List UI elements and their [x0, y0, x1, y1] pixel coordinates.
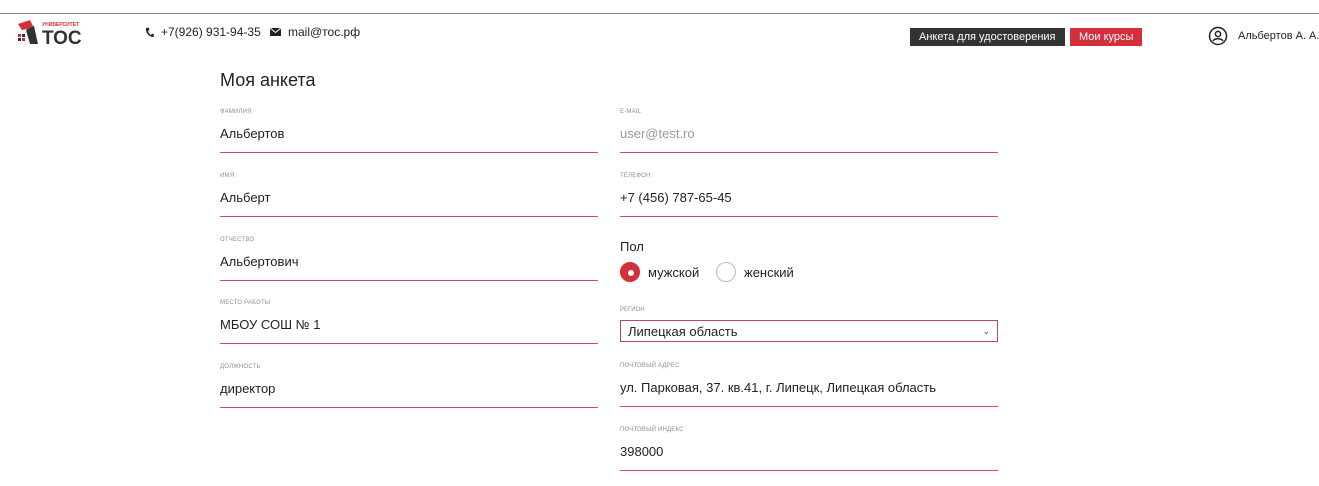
firstname-label: имя: [220, 173, 235, 179]
address-label: почтовый адрес: [620, 363, 680, 369]
zip-label: почтовый индекс: [620, 427, 684, 433]
workplace-input[interactable]: МБОУ СОШ № 1: [220, 317, 320, 332]
address-input[interactable]: ул. Парковая, 37. кв.41, г. Липецк, Липе…: [620, 380, 936, 395]
user-icon: [1208, 26, 1228, 46]
header-email[interactable]: mail@тос.рф: [270, 25, 360, 39]
gender-male-label: мужской: [648, 264, 700, 280]
user-name: Альбертов А. А.: [1238, 30, 1319, 42]
firstname-input[interactable]: Альберт: [220, 190, 270, 205]
logo-icon: УНИВЕРСИТЕТ ТОС: [18, 20, 82, 46]
radio-checked-icon[interactable]: [620, 262, 640, 282]
gender-female-label: женский: [744, 264, 794, 280]
workplace-field[interactable]: место работы МБОУ СОШ № 1: [220, 300, 598, 344]
email-field[interactable]: e-mail user@test.ro: [620, 109, 998, 153]
email-input[interactable]: user@test.ro: [620, 126, 695, 141]
lastname-field[interactable]: фамилия Альбертов: [220, 109, 598, 153]
header-phone[interactable]: +7(926) 931-94-35: [145, 25, 261, 39]
workplace-label: место работы: [220, 300, 271, 306]
address-field[interactable]: почтовый адрес ул. Парковая, 37. кв.41, …: [620, 363, 998, 407]
region-select[interactable]: Липецкая область ⌄: [620, 320, 998, 342]
radio-unchecked-icon[interactable]: [716, 262, 736, 282]
region-selected-value: Липецкая область: [628, 323, 738, 339]
my-courses-button[interactable]: Мои курсы: [1070, 28, 1143, 46]
region-label: регион: [620, 307, 645, 313]
phone-icon: [145, 27, 154, 38]
svg-text:ТОС: ТОС: [42, 28, 82, 46]
patronymic-input[interactable]: Альбертович: [220, 254, 298, 269]
email-text: mail@тос.рф: [288, 25, 361, 39]
phone-field[interactable]: телефон +7 (456) 787-65-45: [620, 173, 998, 217]
patronymic-field[interactable]: отчество Альбертович: [220, 237, 598, 281]
form-button[interactable]: Анкета для удостоверения: [910, 28, 1065, 46]
user-menu[interactable]: Альбертов А. А. ▼: [1208, 26, 1319, 46]
position-input[interactable]: директор: [220, 381, 275, 396]
phone-label: телефон: [620, 173, 651, 179]
gender-title: Пол: [620, 239, 644, 254]
patronymic-label: отчество: [220, 237, 255, 243]
logo[interactable]: УНИВЕРСИТЕТ ТОС: [16, 18, 86, 46]
lastname-input[interactable]: Альбертов: [220, 126, 284, 141]
phone-text: +7(926) 931-94-35: [161, 25, 261, 39]
email-label: e-mail: [620, 109, 642, 115]
mail-icon: [270, 28, 281, 36]
gender-female-radio[interactable]: женский: [716, 262, 794, 282]
lastname-label: фамилия: [220, 109, 252, 115]
gender-male-radio[interactable]: мужской: [620, 262, 699, 282]
page-title: Моя анкета: [220, 70, 316, 90]
zip-input[interactable]: 398000: [620, 444, 663, 459]
position-label: должность: [220, 364, 261, 370]
firstname-field[interactable]: имя Альберт: [220, 173, 598, 217]
zip-field[interactable]: почтовый индекс 398000: [620, 427, 998, 471]
chevron-down-icon: ⌄: [982, 325, 990, 336]
position-field[interactable]: должность директор: [220, 364, 598, 408]
top-divider: [0, 13, 1319, 14]
phone-input[interactable]: +7 (456) 787-65-45: [620, 190, 732, 205]
